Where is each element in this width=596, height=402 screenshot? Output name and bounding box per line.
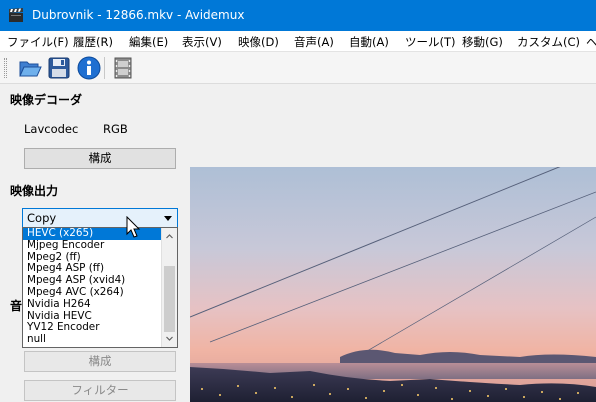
toolbar-separator	[104, 57, 105, 79]
menu-custom[interactable]: カスタム(C)	[517, 34, 580, 50]
video-output-select[interactable]: Copy	[22, 208, 178, 228]
menu-view[interactable]: 表示(V)	[182, 34, 222, 50]
menu-tools[interactable]: ツール(T)	[405, 34, 456, 50]
audio-heading: 音	[10, 299, 23, 313]
chevron-down-icon[interactable]	[164, 216, 172, 221]
menu-history[interactable]: 履歴(R)	[73, 34, 113, 50]
decoder-configure-button[interactable]: 構成	[24, 148, 176, 169]
video-output-heading: 映像出力	[10, 184, 59, 198]
video-decoder-heading: 映像デコーダ	[10, 93, 83, 107]
codec-list: HEVC (x265) Mjpeg Encoder Mpeg2 (ff) Mpe…	[23, 228, 162, 346]
menu-help[interactable]: ヘ	[586, 34, 596, 50]
decoder-format: RGB	[103, 122, 128, 136]
codec-option-mjpeg[interactable]: Mjpeg Encoder	[23, 239, 162, 252]
toolbar-grip[interactable]	[4, 58, 7, 78]
clapperboard-icon[interactable]	[8, 8, 24, 23]
video-output-selected: Copy	[27, 211, 57, 225]
save-disk-icon[interactable]	[47, 56, 71, 80]
output-configure-button[interactable]: 構成	[24, 351, 176, 372]
open-folder-icon[interactable]	[18, 56, 42, 80]
codec-option-mpeg4-avc-x264[interactable]: Mpeg4 AVC (x264)	[23, 286, 162, 299]
film-strip-icon[interactable]	[111, 56, 135, 80]
codec-option-null[interactable]: null	[23, 333, 162, 346]
filter-button[interactable]: フィルター	[24, 380, 176, 401]
toolbar	[0, 52, 596, 84]
menu-auto[interactable]: 自動(A)	[349, 34, 389, 50]
info-icon[interactable]	[77, 56, 101, 80]
codec-option-nvidia-h264[interactable]: Nvidia H264	[23, 298, 162, 311]
scroll-down-icon[interactable]	[166, 335, 173, 342]
menu-go[interactable]: 移動(G)	[462, 34, 503, 50]
menu-audio[interactable]: 音声(A)	[294, 34, 334, 50]
window-title: Dubrovnik - 12866.mkv - Avidemux	[32, 8, 245, 22]
menu-bar: ファイル(F) 履歴(R) 編集(E) 表示(V) 映像(D) 音声(A) 自動…	[0, 31, 596, 52]
video-preview	[190, 167, 596, 402]
dropdown-scrollbar[interactable]	[161, 228, 177, 347]
mouse-cursor-icon	[126, 216, 141, 238]
menu-edit[interactable]: 編集(E)	[129, 34, 168, 50]
video-output-dropdown: HEVC (x265) Mjpeg Encoder Mpeg2 (ff) Mpe…	[22, 227, 178, 348]
scrollbar-thumb[interactable]	[164, 266, 175, 332]
decoder-name: Lavcodec	[24, 122, 79, 136]
menu-file[interactable]: ファイル(F)	[7, 34, 69, 50]
menu-video[interactable]: 映像(D)	[238, 34, 279, 50]
title-bar: Dubrovnik - 12866.mkv - Avidemux	[0, 0, 596, 31]
scroll-up-icon[interactable]	[166, 233, 173, 240]
